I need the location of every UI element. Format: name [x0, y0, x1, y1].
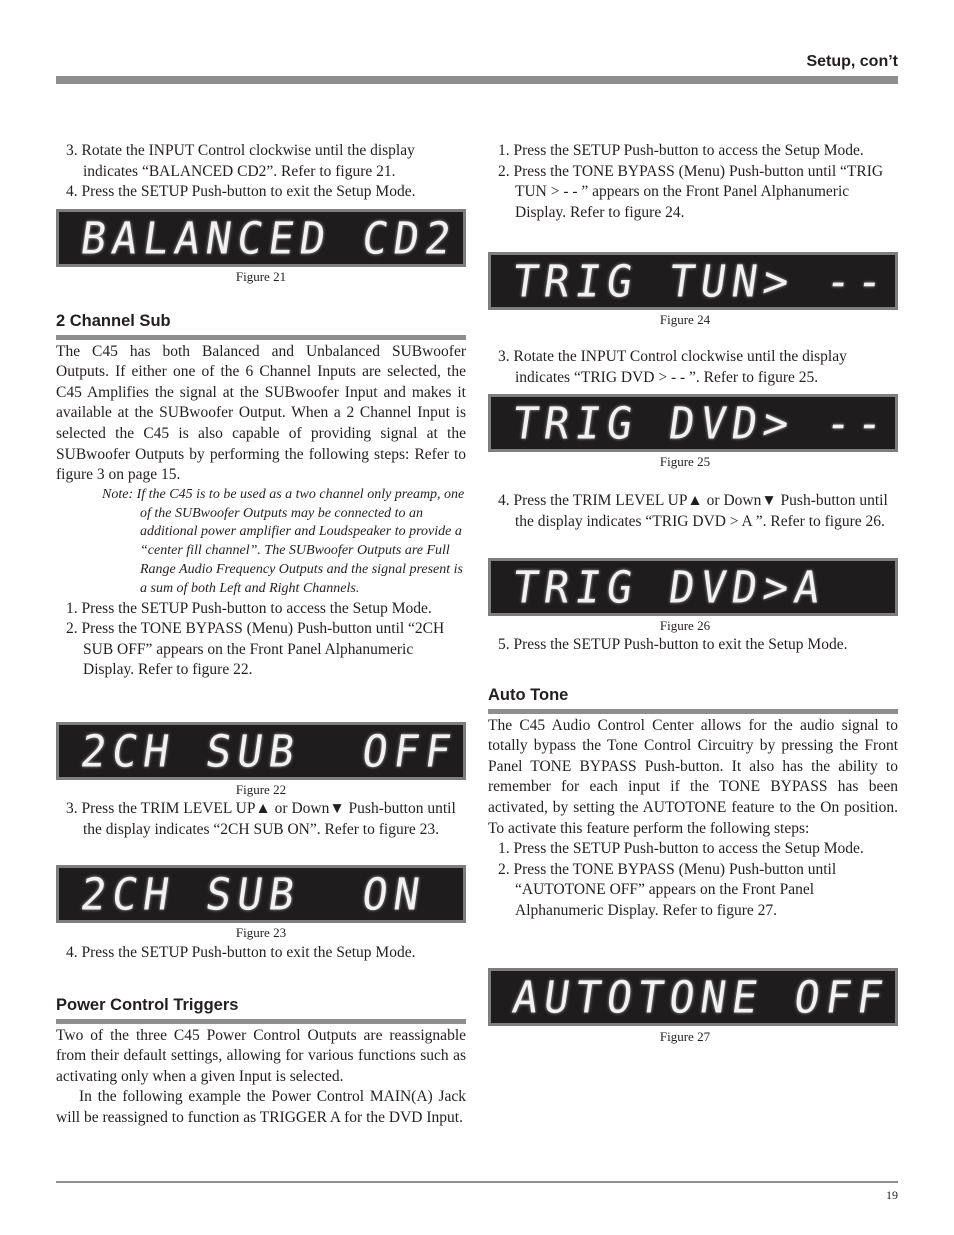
- figure-21-display: BALANCED CD2: [56, 209, 466, 267]
- figure-21-caption: Figure 21: [235, 269, 287, 284]
- step-item: 3. Press the TRIM LEVEL UP▲ or Down▼ Pus…: [66, 800, 456, 838]
- section-rule: [56, 1018, 466, 1024]
- section-rule: [56, 334, 466, 340]
- display-readout: 2CH SUB ON: [77, 868, 429, 920]
- figure-27-caption: Figure 27: [659, 1029, 711, 1044]
- figure-25-display: TRIG DVD> --: [488, 394, 898, 452]
- figure-24-caption: Figure 24: [659, 312, 711, 327]
- running-header: Setup, con’t: [806, 53, 898, 70]
- display-readout: TRIG DVD> --: [509, 397, 893, 449]
- figure-23-display: 2CH SUB ON: [56, 865, 466, 923]
- figure-26-caption: Figure 26: [659, 618, 711, 633]
- step-item: 4. Press the TRIM LEVEL UP▲ or Down▼ Pus…: [498, 492, 888, 530]
- step-4-block: 4. Press the SETUP Push-button to exit t…: [56, 943, 466, 964]
- figure-23-caption: Figure 23: [235, 925, 287, 940]
- right-step-4: 4. Press the TRIM LEVEL UP▲ or Down▼ Pus…: [488, 491, 898, 532]
- step-item: 1. Press the SETUP Push-button to access…: [498, 142, 864, 159]
- section-2-channel-sub: 2 Channel Sub The C45 has both Balanced …: [56, 311, 466, 681]
- right-step-3: 3. Rotate the INPUT Control clockwise un…: [488, 347, 898, 388]
- header-rule: [56, 76, 898, 84]
- display-readout: 2CH SUB OFF: [77, 725, 461, 777]
- display-readout: BALANCED CD2: [77, 212, 461, 264]
- figure-26-display: TRIG DVD>A: [488, 558, 898, 616]
- note-text: Note: If the C45 is to be used as a two …: [102, 486, 465, 596]
- left-steps-top: 3. Rotate the INPUT Control clockwise un…: [56, 141, 466, 203]
- step-item: 1. Press the SETUP Push-button to access…: [66, 599, 432, 617]
- section-body: The C45 has both Balanced and Unbalanced…: [56, 342, 466, 484]
- right-steps-top: 1. Press the SETUP Push-button to access…: [488, 141, 898, 223]
- figure-22-display: 2CH SUB OFF: [56, 722, 466, 780]
- figure-27-display: AUTOTONE OFF: [488, 968, 898, 1026]
- section-body: Two of the three C45 Power Control Outpu…: [56, 1026, 466, 1085]
- section-heading: 2 Channel Sub: [56, 312, 171, 330]
- section-body: The C45 Audio Control Center allows for …: [488, 716, 898, 837]
- section-heading: Auto Tone: [488, 686, 569, 704]
- display-readout: AUTOTONE OFF: [509, 971, 893, 1023]
- section-auto-tone: Auto Tone The C45 Audio Control Center a…: [488, 685, 898, 922]
- step-item: 4. Press the SETUP Push-button to exit t…: [66, 944, 416, 961]
- display-readout: TRIG DVD>A: [509, 561, 830, 613]
- section-power-control-triggers: Power Control Triggers Two of the three …: [56, 995, 466, 1129]
- page-number: 19: [886, 1188, 898, 1202]
- figure-24-display: TRIG TUN> --: [488, 252, 898, 310]
- figure-22-caption: Figure 22: [235, 782, 287, 797]
- step-item: 2. Press the TONE BYPASS (Menu) Push-but…: [66, 620, 445, 679]
- footer-rule: [56, 1181, 898, 1183]
- right-step-5: 5. Press the SETUP Push-button to exit t…: [488, 635, 898, 656]
- step-item: 5. Press the SETUP Push-button to exit t…: [498, 636, 848, 653]
- section-rule: [488, 708, 898, 714]
- step-item: 4. Press the SETUP Push-button to exit t…: [66, 183, 416, 201]
- step-item: 3. Rotate the INPUT Control clockwise un…: [66, 142, 415, 180]
- figure-25-caption: Figure 25: [659, 454, 711, 469]
- step-item: 2. Press the TONE BYPASS (Menu) Push-but…: [498, 860, 837, 919]
- section-body: In the following example the Power Contr…: [56, 1088, 466, 1126]
- step-item: 1. Press the SETUP Push-button to access…: [498, 840, 864, 858]
- display-readout: TRIG TUN> --: [509, 255, 893, 307]
- step-3-block: 3. Press the TRIM LEVEL UP▲ or Down▼ Pus…: [56, 799, 466, 840]
- step-item: 3. Rotate the INPUT Control clockwise un…: [498, 348, 847, 386]
- step-item: 2. Press the TONE BYPASS (Menu) Push-but…: [498, 162, 884, 221]
- section-heading: Power Control Triggers: [56, 996, 239, 1014]
